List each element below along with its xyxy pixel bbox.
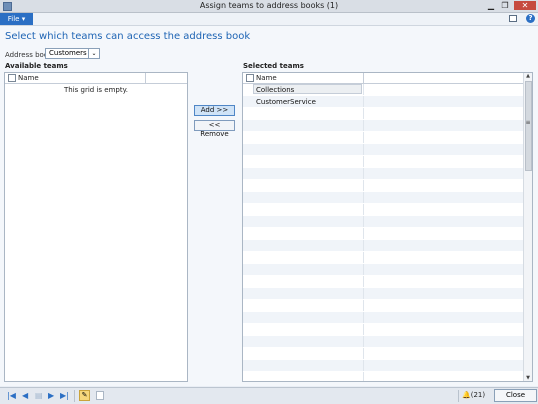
empty-row [243,132,524,144]
cell-divider [363,312,364,323]
selected-rows: Collections CustomerService [243,84,524,381]
empty-row [243,240,524,252]
cell-divider [363,360,364,371]
scroll-up-icon[interactable]: ▲ [524,73,532,79]
layout-icon[interactable] [509,15,517,22]
empty-row [243,192,524,204]
cell-divider [363,228,364,239]
chevron-down-icon[interactable]: ⌄ [88,49,99,58]
first-record-icon[interactable]: |◀ [7,391,16,400]
empty-row [243,348,524,360]
empty-row [243,300,524,312]
cell-divider [363,168,364,179]
record-list-icon[interactable]: ▤ [35,391,43,400]
table-row[interactable]: Collections [243,84,524,96]
cell-divider [363,348,364,359]
scroll-thumb[interactable] [525,81,532,171]
add-button[interactable]: Add >> [194,105,235,116]
empty-row [243,108,524,120]
cell-divider [363,96,364,107]
cell-divider [363,216,364,227]
grid-header: Name [5,73,187,84]
cell-divider [363,132,364,143]
column-divider [363,73,364,83]
divider [458,390,459,402]
cell-divider [363,372,364,381]
cell-divider [363,252,364,263]
cell-divider [363,144,364,155]
empty-row [243,204,524,216]
dialog-content: Select which teams can access the addres… [0,26,538,386]
window-title: Assign teams to address books (1) [199,1,339,10]
cell-divider [363,84,364,95]
column-header-name[interactable]: Name [256,74,277,82]
address-book-value: Customers [49,49,87,57]
selected-teams-grid[interactable]: Name Collections CustomerService ▲ ≡ ▼ [242,72,533,382]
close-button[interactable]: Close [494,389,537,402]
team-name: Collections [256,86,295,94]
selected-teams-label: Selected teams [243,62,304,70]
remove-button[interactable]: << Remove [194,120,235,138]
column-header-name[interactable]: Name [18,74,39,82]
scroll-down-icon[interactable]: ▼ [524,375,532,381]
empty-row [243,372,524,381]
empty-row [243,180,524,192]
empty-row [243,360,524,372]
ribbon-bar: File ▾ ? [0,13,538,26]
empty-row [243,336,524,348]
close-window-button[interactable]: ✕ [514,1,536,10]
help-icon[interactable]: ? [526,14,535,23]
file-menu-tab[interactable]: File ▾ [0,13,33,25]
address-book-select[interactable]: Customers ⌄ [45,48,100,59]
next-record-icon[interactable]: ▶ [48,391,54,400]
empty-grid-message: This grid is empty. [64,86,128,94]
page-title: Select which teams can access the addres… [5,31,251,42]
team-name: CustomerService [256,98,316,106]
cell-divider [363,180,364,191]
cell-divider [363,204,364,215]
empty-row [243,144,524,156]
column-divider [145,73,146,83]
available-teams-label: Available teams [5,62,68,70]
cell-divider [363,156,364,167]
cell-divider [363,108,364,119]
status-bar: |◀ ◀ ▤ ▶ ▶| ✎ 🔔(21) Close [0,387,538,404]
empty-row [243,252,524,264]
vertical-scrollbar[interactable]: ▲ ≡ ▼ [523,73,532,381]
last-record-icon[interactable]: ▶| [60,391,69,400]
empty-row [243,216,524,228]
cell-divider [363,240,364,251]
cell-divider [363,264,364,275]
empty-row [243,324,524,336]
minimize-button[interactable]: ▁ [485,1,497,10]
previous-record-icon[interactable]: ◀ [22,391,28,400]
empty-row [243,168,524,180]
empty-row [243,276,524,288]
document-icon[interactable] [96,391,104,400]
available-teams-grid[interactable]: Name This grid is empty. [4,72,188,382]
empty-row [243,228,524,240]
cell-divider [363,120,364,131]
table-row[interactable]: CustomerService [243,96,524,108]
divider [74,390,75,402]
cell-divider [363,192,364,203]
cell-divider [363,324,364,335]
select-all-checkbox[interactable] [8,74,16,82]
empty-row [243,288,524,300]
cell-divider [363,288,364,299]
empty-row [243,264,524,276]
notifications-indicator[interactable]: 🔔(21) [462,391,485,400]
title-bar: Assign teams to address books (1) ▁ ❐ ✕ [0,0,538,13]
empty-row [243,120,524,132]
cell-divider [363,276,364,287]
grid-header: Name [243,73,532,84]
scroll-grip-icon: ≡ [525,119,531,126]
cell-divider [363,336,364,347]
edit-icon[interactable]: ✎ [79,390,90,401]
empty-row [243,156,524,168]
cell-divider [363,300,364,311]
restore-button[interactable]: ❐ [499,1,511,10]
empty-row [243,312,524,324]
select-all-checkbox[interactable] [246,74,254,82]
